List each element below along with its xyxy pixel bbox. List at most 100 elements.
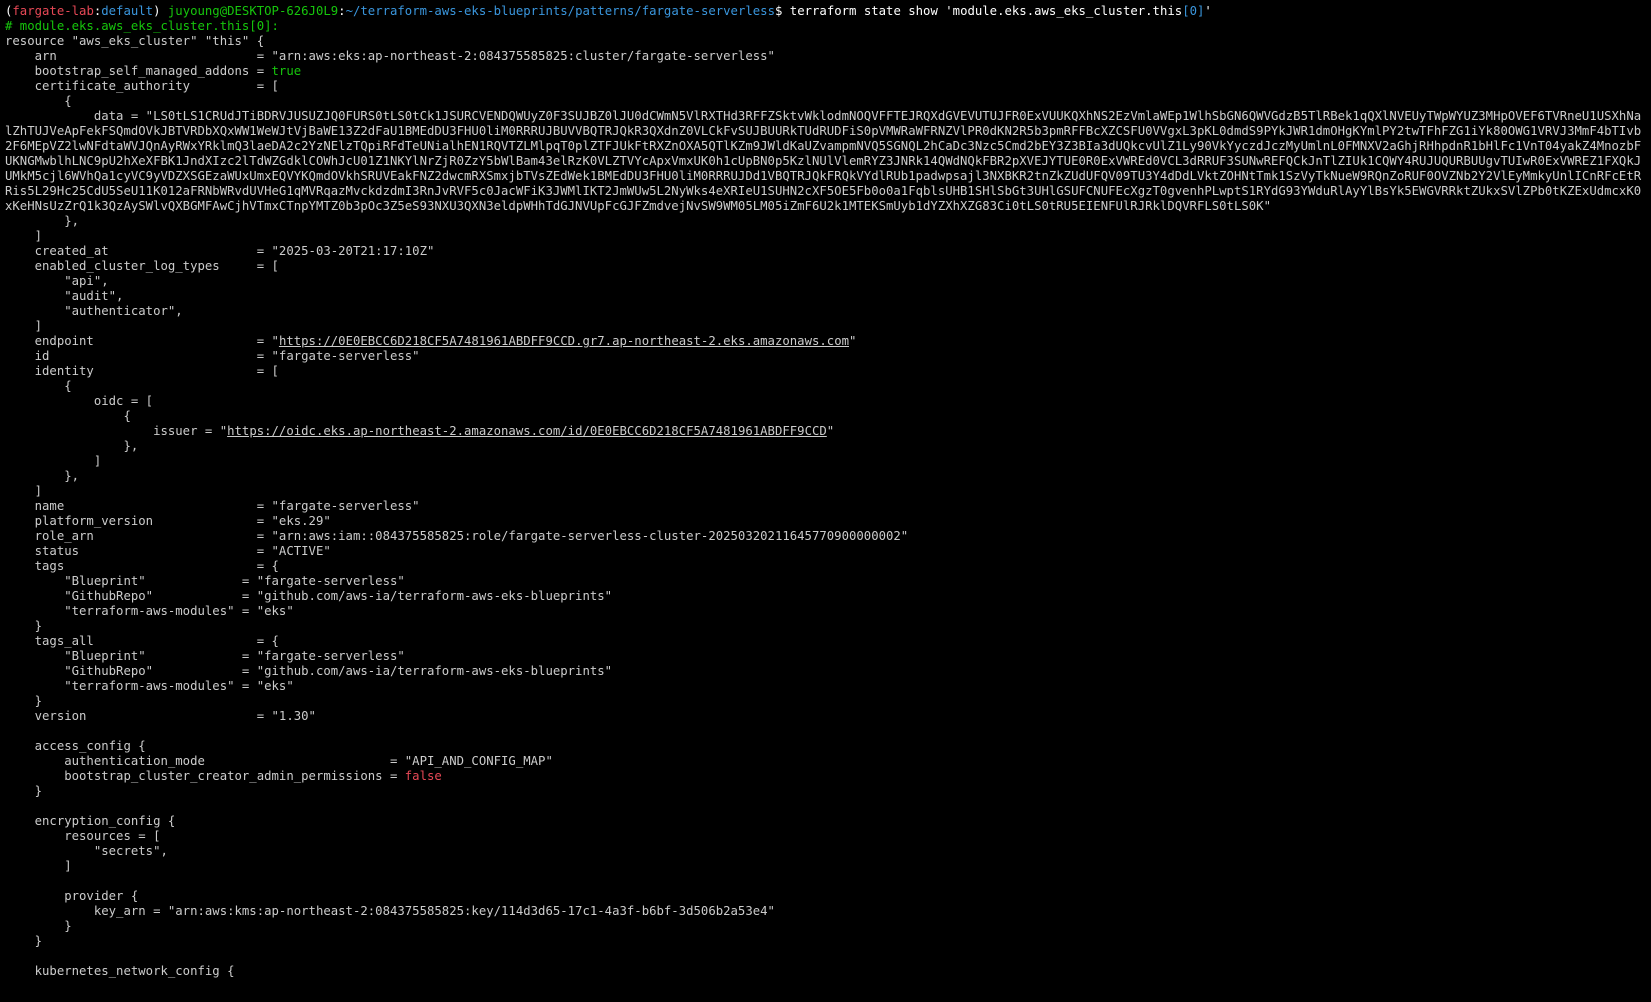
output-line: { [5, 379, 1651, 394]
output-text: oidc = [ [5, 394, 154, 408]
output-line: } [5, 619, 1651, 634]
output-text: ] [5, 484, 43, 498]
output-text: } [5, 619, 43, 633]
output-line: oidc = [ [5, 394, 1651, 409]
output-line: resource "aws_eks_cluster" "this" { [5, 34, 1651, 49]
output-line: version = "1.30" [5, 709, 1651, 724]
output-text: true [271, 64, 302, 78]
output-text: } [5, 694, 43, 708]
output-line: encryption_config { [5, 814, 1651, 829]
output-line: { [5, 409, 1651, 424]
output-line: certificate_authority = [ [5, 79, 1651, 94]
output-line: "terraform-aws-modules" = "eks" [5, 604, 1651, 619]
output-line: arn = "arn:aws:eks:ap-northeast-2:084375… [5, 49, 1651, 64]
terminal-window[interactable]: (fargate-lab:default) juyoung@DESKTOP-62… [0, 0, 1651, 1002]
output-text: } [5, 784, 43, 798]
output-text: } [5, 934, 43, 948]
output-text: tags_all = { [5, 634, 279, 648]
output-line: ] [5, 229, 1651, 244]
output-line: "authenticator", [5, 304, 1651, 319]
output-line: } [5, 694, 1651, 709]
output-text: version = "1.30" [5, 709, 316, 723]
output-text: }, [5, 469, 80, 483]
output-line: status = "ACTIVE" [5, 544, 1651, 559]
output-line: role_arn = "arn:aws:iam::084375585825:ro… [5, 529, 1651, 544]
certificate-data-line: data = "LS0tLS1CRUdJTiBDRVJUSUZJQ0FURS0t… [5, 109, 1645, 214]
prompt-lab-name: fargate-lab [12, 4, 94, 18]
url-link[interactable]: https://oidc.eks.ap-northeast-2.amazonaw… [227, 424, 827, 438]
output-line: } [5, 919, 1651, 934]
output-line: { [5, 94, 1651, 109]
output-line: access_config { [5, 739, 1651, 754]
output-text: identity = [ [5, 364, 279, 378]
prompt-command-index: [0] [1182, 4, 1205, 18]
output-line: "api", [5, 274, 1651, 289]
output-line: ] [5, 859, 1651, 874]
url-link[interactable]: https://0E0EBCC6D218CF5A7481961ABDFF9CCD… [279, 334, 849, 348]
output-text: }, [5, 439, 139, 453]
output-text: # module.eks.aws_eks_cluster.this[0]: [5, 19, 279, 33]
output-text: access_config { [5, 739, 146, 753]
output-text: resources = [ [5, 829, 161, 843]
output-text: "terraform-aws-modules" = "eks" [5, 604, 294, 618]
output-line: endpoint = "https://0E0EBCC6D218CF5A7481… [5, 334, 1651, 349]
output-line: tags_all = { [5, 634, 1651, 649]
output-text: created_at = "2025-03-20T21:17:10Z" [5, 244, 435, 258]
output-text: false [404, 769, 442, 783]
output-text: authentication_mode = "API_AND_CONFIG_MA… [5, 754, 553, 768]
output-line: issuer = "https://oidc.eks.ap-northeast-… [5, 424, 1651, 439]
output-line: "audit", [5, 289, 1651, 304]
output-line: tags = { [5, 559, 1651, 574]
output-line: "terraform-aws-modules" = "eks" [5, 679, 1651, 694]
output-text: "authenticator", [5, 304, 183, 318]
output-line: "GithubRepo" = "github.com/aws-ia/terraf… [5, 589, 1651, 604]
output-text: " [826, 424, 835, 438]
output-line: } [5, 784, 1651, 799]
output-text: }, [5, 214, 80, 228]
output-line: authentication_mode = "API_AND_CONFIG_MA… [5, 754, 1651, 769]
output-line: id = "fargate-serverless" [5, 349, 1651, 364]
output-line: } [5, 934, 1651, 949]
output-text: endpoint = " [5, 334, 279, 348]
output-line: "GithubRepo" = "github.com/aws-ia/terraf… [5, 664, 1651, 679]
output-text: resource "aws_eks_cluster" "this" { [5, 34, 265, 48]
prompt-command[interactable]: terraform state show 'module.eks.aws_eks… [790, 4, 1182, 18]
output-text: data = "LS0tLS1CRUdJTiBDRVJUSUZJQ0FURS0t… [5, 109, 1642, 213]
output-line: "secrets", [5, 844, 1651, 859]
output-line: provider { [5, 889, 1651, 904]
output-text: ] [5, 229, 43, 243]
output-line: ] [5, 454, 1651, 469]
output-text: name = "fargate-serverless" [5, 499, 420, 513]
output-line: "Blueprint" = "fargate-serverless" [5, 649, 1651, 664]
output-text: { [5, 94, 72, 108]
output-line: identity = [ [5, 364, 1651, 379]
output-text: "Blueprint" = "fargate-serverless" [5, 649, 405, 663]
output-text: key_arn = "arn:aws:kms:ap-northeast-2:08… [5, 904, 775, 918]
output-text: arn = "arn:aws:eks:ap-northeast-2:084375… [5, 49, 775, 63]
output-line: resources = [ [5, 829, 1651, 844]
output-text: status = "ACTIVE" [5, 544, 331, 558]
output-text: { [5, 379, 72, 393]
output-text: role_arn = "arn:aws:iam::084375585825:ro… [5, 529, 909, 543]
output-text: { [5, 409, 131, 423]
output-line: ] [5, 319, 1651, 334]
output-text: ] [5, 454, 102, 468]
output-line: "Blueprint" = "fargate-serverless" [5, 574, 1651, 589]
output-text: encryption_config { [5, 814, 176, 828]
output-text: "Blueprint" = "fargate-serverless" [5, 574, 405, 588]
terminal-output: # module.eks.aws_eks_cluster.this[0]: res… [5, 19, 1651, 979]
output-text: "audit", [5, 289, 124, 303]
output-text: "GithubRepo" = "github.com/aws-ia/terraf… [5, 664, 613, 678]
output-text: bootstrap_cluster_creator_admin_permissi… [5, 769, 405, 783]
output-line: }, [5, 439, 1651, 454]
output-text: "secrets", [5, 844, 168, 858]
output-line: platform_version = "eks.29" [5, 514, 1651, 529]
output-line: ] [5, 484, 1651, 499]
output-line: }, [5, 469, 1651, 484]
prompt-dollar: $ [774, 4, 790, 18]
output-text: bootstrap_self_managed_addons = [5, 64, 272, 78]
